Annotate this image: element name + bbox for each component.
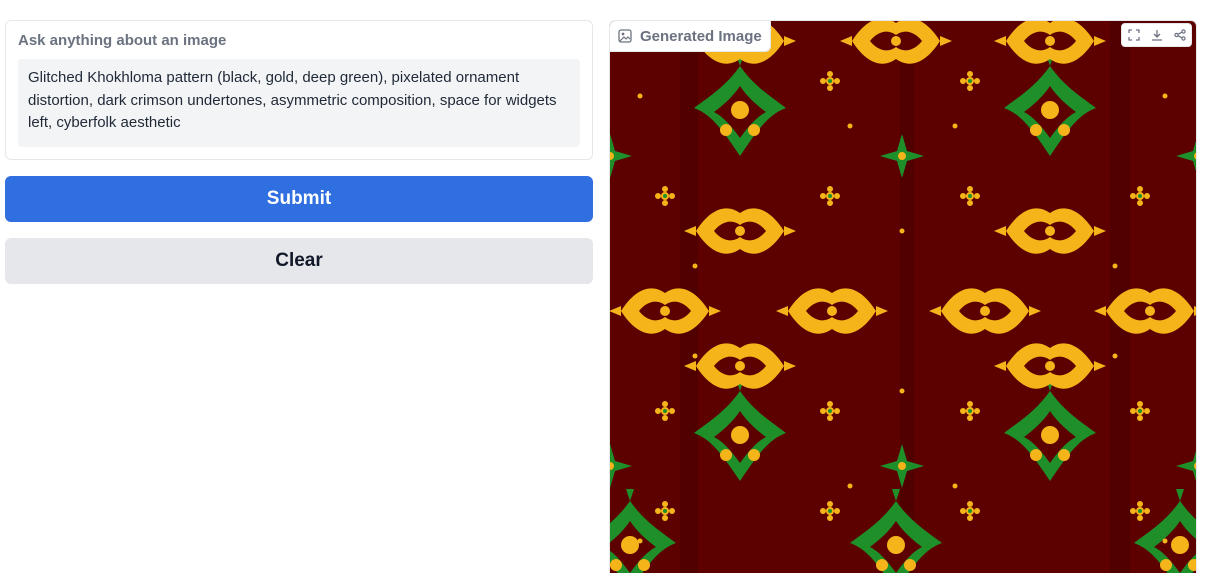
download-icon[interactable] (1145, 24, 1168, 46)
generated-image (610, 21, 1196, 573)
prompt-textarea[interactable]: Glitched Khokhloma pattern (black, gold,… (18, 59, 580, 147)
clear-button[interactable]: Clear (5, 238, 593, 284)
prompt-block: Ask anything about an image Glitched Kho… (5, 20, 593, 160)
output-panel: Generated Image (609, 20, 1197, 573)
image-icon (618, 29, 632, 43)
input-panel: Ask anything about an image Glitched Kho… (5, 20, 593, 284)
generated-image-label: Generated Image (610, 21, 771, 52)
fullscreen-icon[interactable] (1122, 24, 1145, 46)
image-toolbar (1121, 23, 1192, 47)
share-icon[interactable] (1168, 24, 1191, 46)
generated-image-title: Generated Image (640, 27, 762, 45)
prompt-label: Ask anything about an image (18, 32, 227, 49)
submit-button[interactable]: Submit (5, 176, 593, 222)
